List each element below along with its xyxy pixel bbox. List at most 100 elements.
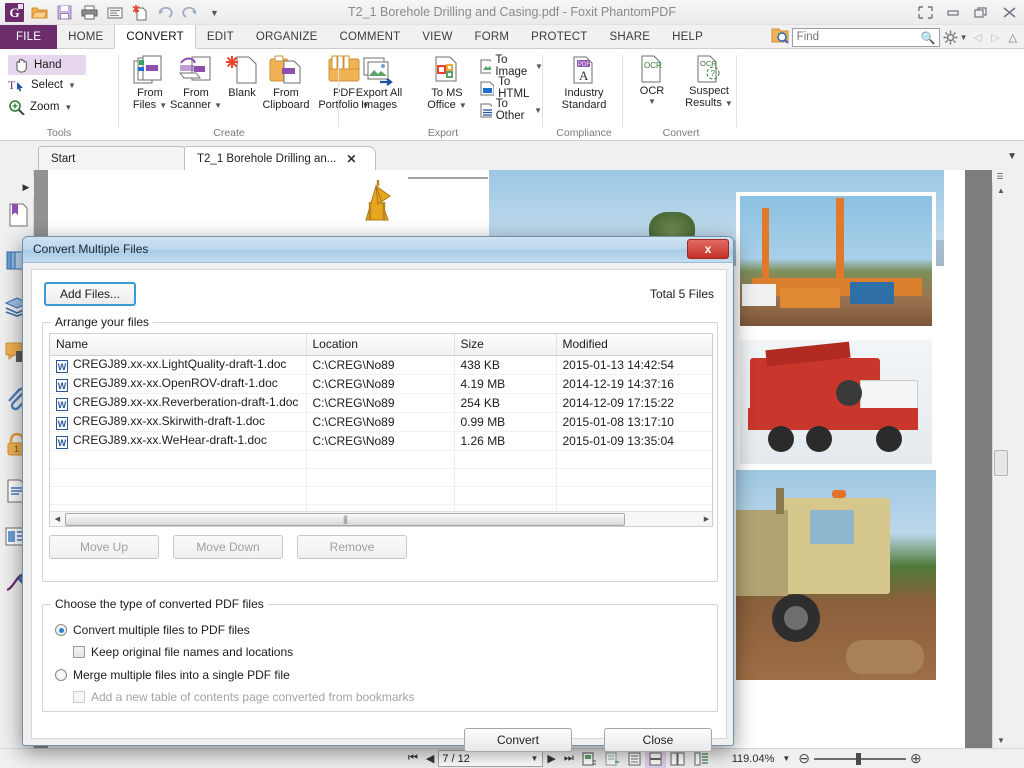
search-input-wrapper[interactable]: 🔍 — [791, 27, 940, 47]
option-convert-multiple[interactable]: Convert multiple files to PDF files — [55, 623, 250, 637]
ocr-caret-icon[interactable]: ▼ — [648, 97, 656, 106]
last-page-icon[interactable]: ⏭ — [560, 750, 578, 768]
ribbon-tab-edit[interactable]: EDIT — [196, 25, 245, 49]
radio-convert-multiple-icon[interactable] — [55, 624, 67, 636]
search-document-icon[interactable] — [771, 27, 789, 47]
ribbon-tab-protect[interactable]: PROTECT — [520, 25, 598, 49]
ribbon-tab-convert[interactable]: CONVERT — [114, 25, 196, 49]
tool-select[interactable]: T Select ▼ — [8, 77, 76, 93]
column-header-name[interactable]: Name — [50, 334, 307, 356]
tool-zoom-caret-icon[interactable]: ▼ — [64, 103, 72, 112]
split-view-icon[interactable]: ☰ — [992, 170, 1008, 182]
export-to-other-button[interactable]: To Other ▼ — [480, 98, 542, 122]
scroll-right-arrow-icon[interactable]: ▶ — [699, 513, 712, 526]
file-list[interactable]: Name Location Size Modified W CREGJ89.xx-… — [49, 333, 713, 527]
remove-button[interactable]: Remove — [297, 535, 407, 559]
search-input[interactable] — [794, 28, 915, 46]
tool-zoom[interactable]: Zoom ▼ — [8, 99, 72, 115]
zoom-out-button[interactable]: ⊖ — [794, 750, 814, 768]
print-icon[interactable] — [79, 2, 100, 23]
table-row[interactable]: W CREGJ89.xx-xx.Skirwith-draft-1.doc C:\C… — [50, 412, 712, 432]
ribbon-tab-home[interactable]: HOME — [57, 25, 114, 49]
vertical-scroll-thumb[interactable] — [994, 450, 1008, 476]
customize-quick-access-caret-icon[interactable]: ▼ — [204, 2, 225, 23]
export-to-html-button[interactable]: To HTML — [480, 76, 542, 100]
continuous-page-icon[interactable] — [644, 749, 666, 768]
tool-hand[interactable]: Hand — [8, 55, 86, 75]
page-number-caret-icon[interactable]: ▼ — [530, 754, 538, 763]
zoom-slider[interactable] — [814, 752, 907, 766]
email-icon[interactable] — [104, 2, 125, 23]
zoom-in-button[interactable]: ⊕ — [906, 750, 926, 768]
move-up-button[interactable]: Move Up — [49, 535, 159, 559]
option-keep-original-names[interactable]: Keep original file names and locations — [73, 645, 293, 659]
sidebar-item-bookmarks[interactable] — [0, 192, 34, 238]
create-from-clipboard-button[interactable]: From Clipboard — [256, 51, 316, 111]
fit-page-icon[interactable] — [578, 750, 601, 768]
ribbon-tab-view[interactable]: VIEW — [411, 25, 463, 49]
next-page-icon[interactable]: ▶ — [543, 750, 559, 768]
single-page-icon[interactable] — [624, 750, 645, 768]
restore-small-icon[interactable] — [912, 2, 938, 24]
column-header-location[interactable]: Location — [306, 334, 455, 356]
maximize-icon[interactable] — [968, 2, 994, 24]
scroll-left-arrow-icon[interactable]: ◀ — [50, 513, 65, 526]
ocr-button[interactable]: OCR OCR ▼ — [628, 51, 676, 106]
document-tab-close-icon[interactable]: ✕ — [346, 152, 356, 166]
file-list-horizontal-scrollbar[interactable]: ◀ ||| ▶ — [50, 511, 712, 526]
collapse-ribbon-icon[interactable]: △ — [1006, 31, 1020, 44]
zoom-level-caret-icon[interactable]: ▼ — [778, 750, 794, 768]
industry-standard-button[interactable]: PDF A Industry Standard — [552, 51, 616, 111]
ribbon-tab-share[interactable]: SHARE — [599, 25, 662, 49]
previous-page-icon[interactable]: ◀ — [422, 750, 438, 768]
save-icon[interactable] — [54, 2, 75, 23]
first-page-icon[interactable]: ⏮ — [404, 750, 422, 768]
create-from-scanner-button[interactable]: From Scanner ▼ — [170, 51, 222, 112]
rail-expand-toggle[interactable]: ▶ — [18, 176, 34, 198]
minimize-icon[interactable] — [940, 2, 966, 24]
ribbon-tab-comment[interactable]: COMMENT — [329, 25, 412, 49]
previous-view-icon[interactable]: ◁ — [971, 31, 985, 44]
table-row[interactable]: W CREGJ89.xx-xx.WeHear-draft-1.doc C:\CRE… — [50, 431, 712, 451]
zoom-slider-knob[interactable] — [856, 752, 862, 765]
open-icon[interactable] — [29, 2, 50, 23]
to-other-caret-icon[interactable]: ▼ — [534, 106, 542, 115]
fit-width-icon[interactable] — [601, 750, 624, 768]
export-to-image-button[interactable]: To Image ▼ — [480, 54, 543, 78]
search-magnifier-icon[interactable]: 🔍 — [921, 31, 936, 45]
table-row[interactable]: W CREGJ89.xx-xx.LightQuality-draft-1.doc … — [50, 355, 712, 375]
column-header-size[interactable]: Size — [454, 334, 557, 356]
convert-button[interactable]: Convert — [464, 728, 572, 752]
next-view-icon[interactable]: ▷ — [988, 31, 1002, 44]
ribbon-tab-form[interactable]: FORM — [464, 25, 521, 49]
page-number-input[interactable]: 7 / 12 ▼ — [438, 750, 544, 767]
facing-page-icon[interactable] — [666, 750, 690, 768]
new-from-file-icon[interactable] — [129, 2, 150, 23]
continuous-facing-icon[interactable] — [690, 750, 714, 768]
create-from-files-button[interactable]: From Files ▼ — [124, 51, 176, 112]
dialog-close-icon[interactable]: x — [687, 239, 729, 259]
column-header-modified[interactable]: Modified — [556, 334, 712, 356]
dialog-close-button[interactable]: Close — [604, 728, 712, 752]
radio-merge-single-icon[interactable] — [55, 669, 67, 681]
document-tab-list-caret-icon[interactable]: ▼ — [1007, 151, 1017, 162]
table-row[interactable]: W CREGJ89.xx-xx.Reverberation-draft-1.doc… — [50, 393, 712, 413]
document-tab-start[interactable]: Start — [38, 146, 188, 170]
export-all-images-button[interactable]: Export All Images — [348, 51, 410, 111]
suspect-results-button[interactable]: OCR ? Suspect Results ▼ — [680, 51, 738, 110]
settings-gear-icon[interactable]: ▼ — [943, 30, 968, 45]
move-down-button[interactable]: Move Down — [173, 535, 283, 559]
redo-icon[interactable] — [179, 2, 200, 23]
checkbox-keep-original-names-icon[interactable] — [73, 646, 85, 658]
export-to-ms-office-button[interactable]: To MS Office ▼ — [418, 51, 476, 112]
ribbon-tab-organize[interactable]: ORGANIZE — [245, 25, 329, 49]
undo-icon[interactable] — [154, 2, 175, 23]
horizontal-scroll-thumb[interactable]: ||| — [65, 512, 625, 526]
scroll-down-arrow-icon[interactable]: ▼ — [993, 732, 1008, 748]
app-logo-icon[interactable]: G — [4, 2, 25, 23]
ribbon-tab-file[interactable]: FILE — [0, 25, 58, 49]
close-icon[interactable] — [996, 2, 1022, 24]
document-vertical-scrollbar[interactable]: ☰ ▲ ▼ — [992, 170, 1008, 748]
tool-select-caret-icon[interactable]: ▼ — [68, 81, 76, 90]
add-files-button[interactable]: Add Files... — [44, 282, 136, 306]
